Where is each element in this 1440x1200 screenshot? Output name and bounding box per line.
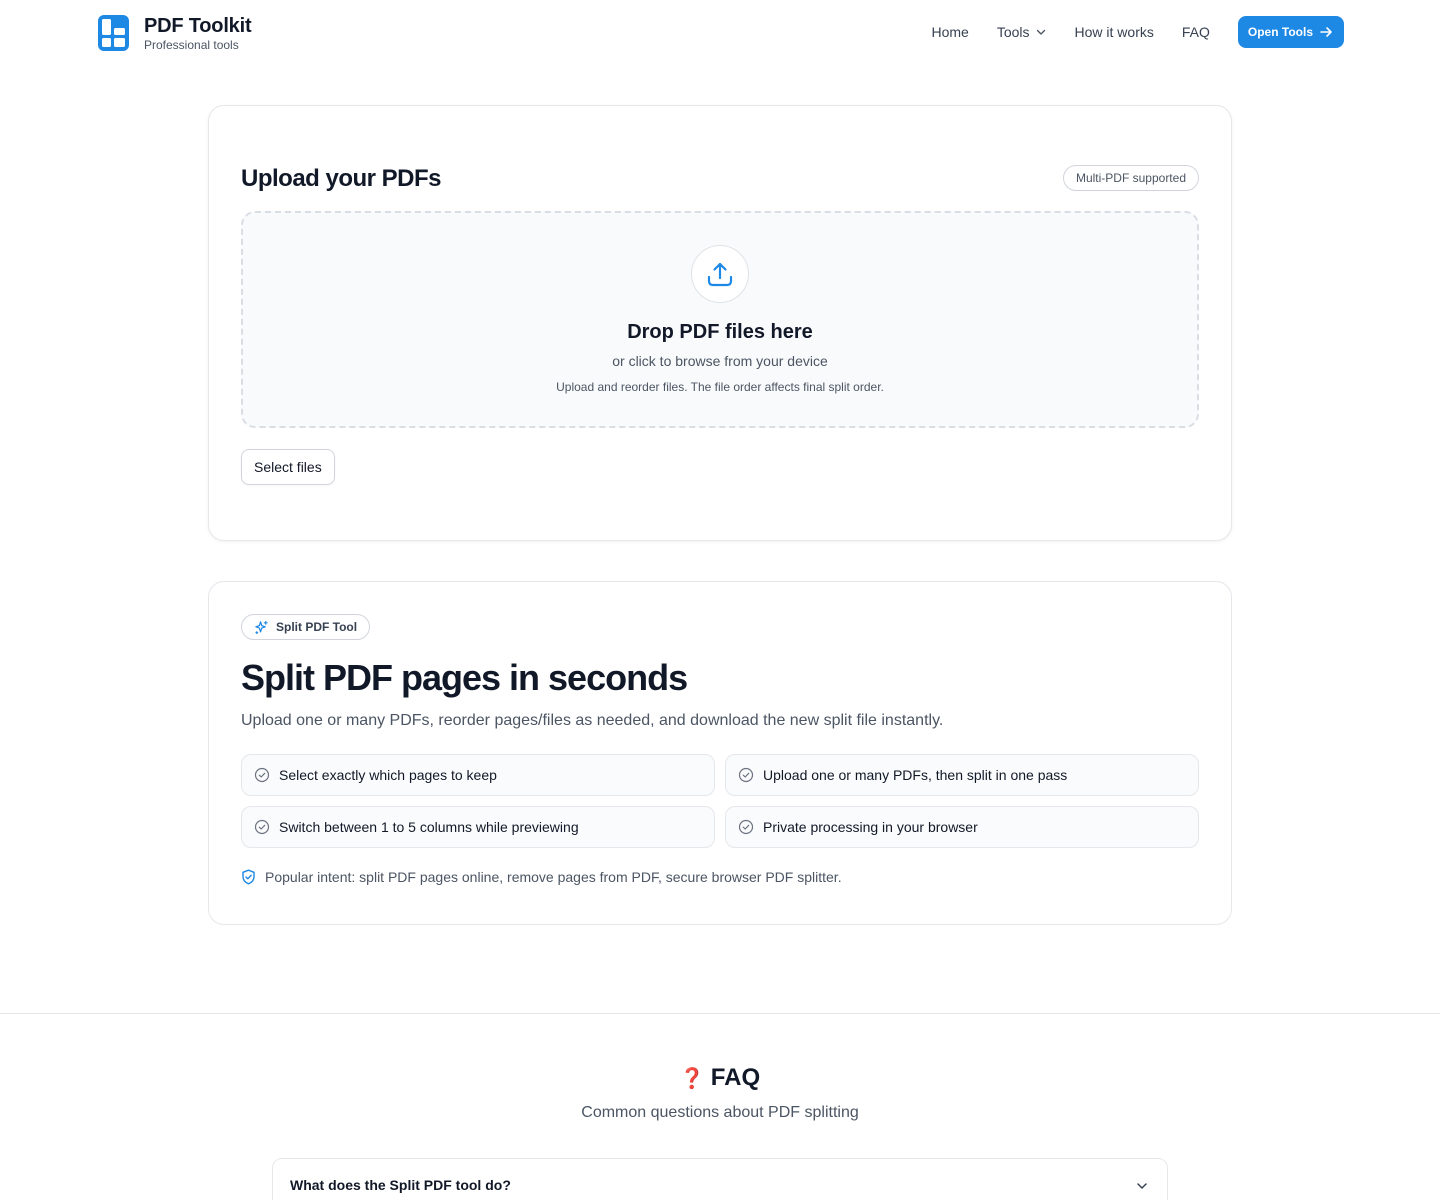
upload-title: Upload your PDFs: [241, 165, 442, 192]
site-header: PDF Toolkit Professional tools Home Tool…: [0, 0, 1440, 64]
brand-subtitle: Professional tools: [144, 38, 239, 52]
upload-icon: [707, 262, 733, 287]
feature-item: Private processing in your browser: [725, 806, 1199, 848]
faq-title-label: FAQ: [710, 1064, 761, 1091]
select-files-button[interactable]: Select files: [241, 449, 335, 485]
check-circle-icon: [254, 767, 270, 783]
nav-faq[interactable]: FAQ: [1182, 24, 1210, 40]
dropzone-hint: Upload and reorder files. The file order…: [556, 380, 884, 394]
split-tool-badge-label: Split PDF Tool: [276, 620, 358, 634]
split-tool-card: Split PDF Tool Split PDF pages in second…: [208, 581, 1232, 925]
feature-label: Private processing in your browser: [763, 819, 978, 835]
hero-subtitle: Upload one or many PDFs, reorder pages/f…: [241, 712, 944, 729]
sparkles-icon: [255, 620, 268, 634]
open-tools-button[interactable]: Open Tools: [1237, 16, 1344, 48]
check-circle-icon: [254, 819, 270, 835]
chevron-down-icon: [1036, 29, 1045, 35]
feature-item: Switch between 1 to 5 columns while prev…: [241, 806, 715, 848]
popular-intent-text: Popular intent: split PDF pages online, …: [265, 869, 842, 885]
upload-icon-circle: [691, 245, 749, 303]
dropzone-title: Drop PDF files here: [627, 321, 813, 343]
nav-home[interactable]: Home: [931, 24, 968, 40]
arrow-right-icon: [1320, 27, 1332, 37]
hero-title: Split PDF pages in seconds: [241, 657, 688, 698]
feature-label: Switch between 1 to 5 columns while prev…: [279, 819, 579, 835]
open-tools-label: Open Tools: [1247, 25, 1313, 39]
shield-check-icon: [242, 869, 255, 885]
faq-question: What does the Split PDF tool do?: [290, 1177, 511, 1193]
multi-pdf-badge: Multi-PDF supported: [1062, 165, 1199, 191]
popular-intent: Popular intent: split PDF pages online, …: [241, 869, 842, 885]
brand-title: PDF Toolkit: [144, 15, 252, 37]
faq-title: ❓ FAQ: [0, 1064, 1440, 1092]
check-circle-icon: [738, 767, 754, 783]
check-circle-icon: [738, 819, 754, 835]
question-mark-icon: ❓: [679, 1068, 705, 1090]
upload-card: Upload your PDFs Multi-PDF supported Dro…: [208, 105, 1232, 541]
feature-label: Select exactly which pages to keep: [279, 767, 497, 783]
faq-subtitle: Common questions about PDF splitting: [581, 1104, 859, 1121]
pdf-dropzone[interactable]: Drop PDF files here or click to browse f…: [241, 211, 1199, 428]
section-divider: [0, 1013, 1440, 1014]
logo-icon: [98, 15, 129, 51]
brand-logo-link[interactable]: PDF Toolkit Professional tools: [98, 14, 252, 52]
chevron-down-icon: [1137, 1183, 1147, 1189]
nav-how-it-works[interactable]: How it works: [1075, 24, 1154, 40]
split-tool-badge: Split PDF Tool: [241, 614, 371, 640]
dropzone-subtitle: or click to browse from your device: [612, 353, 828, 369]
faq-item[interactable]: What does the Split PDF tool do?: [272, 1158, 1168, 1200]
nav-tools[interactable]: Tools: [997, 24, 1047, 40]
feature-item: Upload one or many PDFs, then split in o…: [725, 754, 1199, 796]
nav-tools-label: Tools: [996, 24, 1030, 40]
main-nav: Home Tools How it works FAQ Open Tools: [931, 16, 1344, 48]
feature-label: Upload one or many PDFs, then split in o…: [763, 767, 1068, 783]
feature-item: Select exactly which pages to keep: [241, 754, 715, 796]
